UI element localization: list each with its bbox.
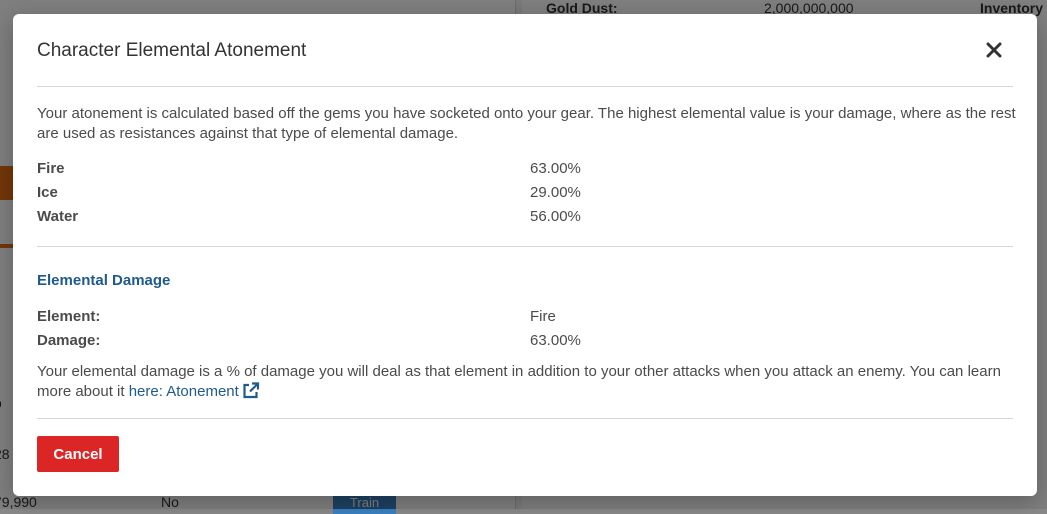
elemental-damage-note: Your elemental damage is a % of damage y…: [37, 362, 1017, 402]
atonement-label: Ice: [37, 184, 58, 201]
damage-row: Damage: 63.00%: [37, 329, 1017, 353]
atonement-label: Fire: [37, 160, 65, 177]
section-divider: [37, 246, 1013, 247]
element-row: Element: Fire: [37, 305, 1017, 329]
damage-label: Damage:: [37, 332, 101, 349]
atonement-row-water: Water 56.00%: [37, 205, 1017, 229]
atonement-description: Your atonement is calculated based off t…: [37, 105, 1016, 142]
elemental-damage-title: Elemental Damage: [37, 272, 171, 289]
modal-title: Character Elemental Atonement: [37, 40, 307, 61]
atonement-value: 63.00%: [530, 160, 581, 177]
element-label: Element:: [37, 308, 101, 325]
close-icon: [986, 42, 1002, 58]
damage-value: 63.00%: [530, 332, 581, 349]
atonement-value: 29.00%: [530, 184, 581, 201]
cancel-button[interactable]: Cancel: [37, 436, 119, 472]
close-button[interactable]: [981, 37, 1007, 63]
atonement-modal: Character Elemental Atonement Your atone…: [13, 14, 1037, 496]
external-link-icon: [243, 382, 259, 399]
header-divider: [37, 86, 1013, 87]
atonement-row-fire: Fire 63.00%: [37, 157, 1017, 181]
atonement-label: Water: [37, 208, 79, 225]
atonement-help-link[interactable]: here: Atonement: [128, 382, 260, 400]
modal-header: Character Elemental Atonement: [37, 40, 1013, 64]
atonement-row-ice: Ice 29.00%: [37, 181, 1017, 205]
element-value: Fire: [530, 308, 556, 325]
atonement-value: 56.00%: [530, 208, 581, 225]
atonement-link-text: here: Atonement: [128, 383, 239, 400]
footer-divider: [37, 418, 1013, 419]
